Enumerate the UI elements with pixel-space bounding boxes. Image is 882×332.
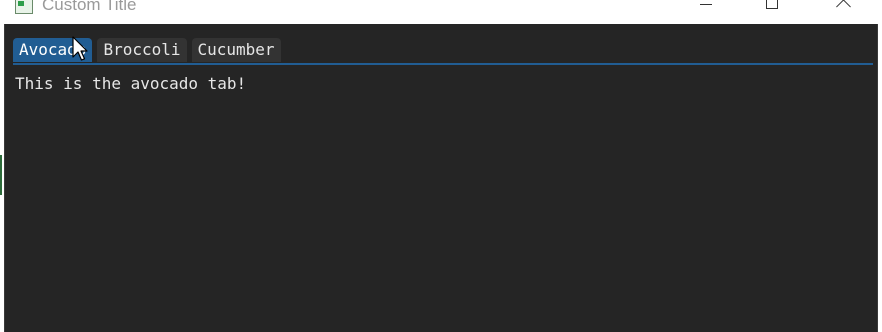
minimize-button[interactable]: [676, 0, 736, 24]
close-icon: [836, 0, 852, 8]
maximize-button[interactable]: [742, 0, 802, 24]
minimize-icon: [700, 4, 712, 5]
client-area: Avocado Broccoli Cucumber This is the av…: [4, 24, 878, 332]
tab-bar-underline: [13, 63, 873, 65]
tab-bar: Avocado Broccoli Cucumber: [13, 38, 281, 64]
close-button[interactable]: [812, 0, 872, 24]
tab-cucumber[interactable]: Cucumber: [191, 38, 281, 62]
tab-content-text: This is the avocado tab!: [15, 74, 247, 93]
title-bar[interactable]: Custom Title: [0, 0, 882, 24]
maximize-icon: [766, 0, 778, 9]
app-window-icon: [15, 0, 33, 14]
mouse-pointer-icon: [72, 36, 88, 61]
tab-broccoli[interactable]: Broccoli: [97, 38, 187, 62]
window-title: Custom Title: [42, 0, 137, 14]
app-window: Custom Title Avocado Broccoli Cucumber T…: [0, 0, 882, 332]
left-edge-accent: [0, 155, 2, 195]
